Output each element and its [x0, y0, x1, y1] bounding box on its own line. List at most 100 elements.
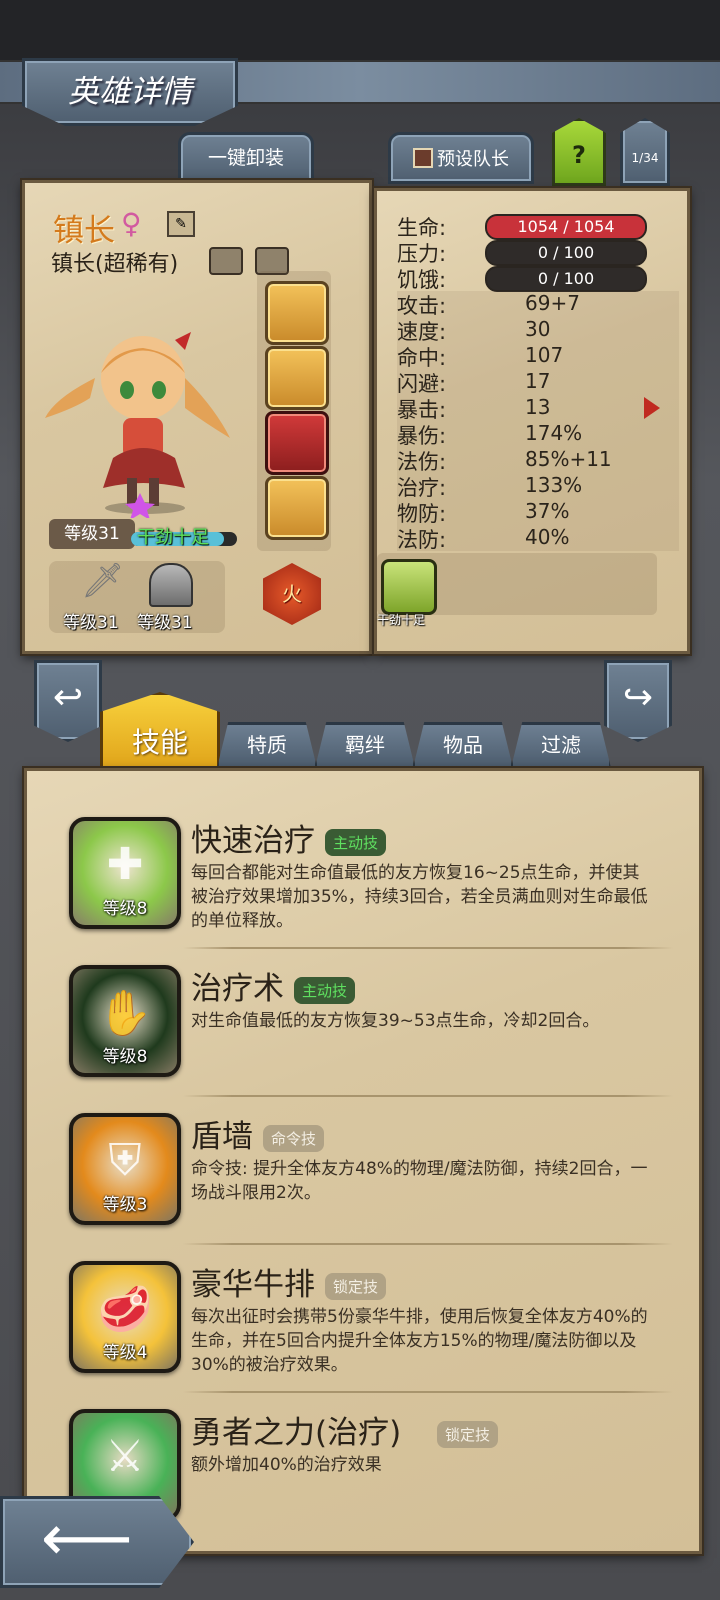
stat-value: 17 — [525, 369, 551, 393]
skill-description: 额外增加40%的治疗效果 — [191, 1455, 382, 1475]
skill-level: 等级8 — [102, 1047, 148, 1067]
stat-row: 速度: 30 — [397, 317, 679, 344]
page-title: 英雄详情 — [68, 74, 192, 110]
helmet-icon[interactable] — [149, 563, 193, 607]
page-counter-badge: 1/34 — [620, 118, 670, 186]
stats-list: 生命: 1054 / 1054 压力: 0 / 100 饥饿: 0 / 100 攻击: 69+… — [397, 213, 679, 552]
skill-name: 勇者之力(治疗) — [191, 1415, 402, 1451]
stat-row: 暴伤: 174% — [397, 421, 679, 448]
skill-divider — [183, 947, 673, 949]
previous-hero-button[interactable]: ↩ — [34, 660, 102, 742]
skills-list[interactable]: ✚ 等级8 快速治疗 主动技 每回合都能对生命值最低的友方恢复16~25点生命，并使其被… — [63, 817, 673, 1551]
skill-type-tag: 锁定技 — [325, 1273, 387, 1300]
stat-label: 法防: — [397, 528, 447, 552]
skill-glyph: ⛨ — [108, 1135, 142, 1186]
skill-item[interactable]: ⛨ 等级3 盾墙 命令技 命令技: 提升全体友方48%的物理/魔法防御，持续2回合，一场… — [63, 1113, 673, 1261]
stat-value: 13 — [525, 395, 551, 419]
stat-row: 法防: 40% — [397, 525, 679, 552]
stat-row: 法伤: 85%+11 — [397, 447, 679, 474]
energetic-trait-icon[interactable] — [381, 559, 437, 615]
skill-description: 每回合都能对生命值最低的友方恢复16~25点生命，并使其被治疗效果增加35%，持… — [191, 863, 648, 931]
skill-item[interactable]: 🥩 等级4 豪华牛排 锁定技 每次出征时会携带5份豪华牛排，使用后恢复全体友方40%的生… — [63, 1261, 673, 1409]
stat-value: 174% — [525, 421, 583, 445]
accessory-slot-green-ring[interactable] — [265, 346, 329, 410]
help-icon: ? — [572, 141, 586, 169]
hero-name: 镇长 — [53, 213, 115, 249]
skill-item[interactable]: ✚ 等级8 快速治疗 主动技每回合都能对生命值最低的友方恢复16~25点生命，并使其被… — [63, 817, 673, 965]
skill-name: 盾墙 — [191, 1119, 253, 1155]
stat-bar: 0 / 100 — [485, 266, 647, 292]
stat-value: 107 — [525, 343, 564, 367]
tab-traits[interactable]: 特质 — [216, 722, 318, 772]
skill-glyph: ✋ — [97, 988, 153, 1039]
skills-panel: ✚ 等级8 快速治疗 主动技 每回合都能对生命值最低的友方恢复16~25点生命，并使其被… — [24, 768, 702, 1554]
tab-bonds-label: 羁绊 — [345, 733, 385, 757]
status-bar-area — [0, 0, 720, 60]
stat-row: 饥饿: 0 / 100 — [397, 265, 679, 292]
cross-heal-icon[interactable]: ✚ 等级8 — [69, 817, 181, 929]
stat-value: 0 / 100 — [537, 269, 595, 288]
hero-portrait — [45, 332, 230, 518]
skill-glyph: ✚ — [106, 839, 144, 890]
stat-row: 治疗: 133% — [397, 473, 679, 500]
class-info-icon[interactable] — [209, 247, 243, 275]
stat-row: 压力: 0 / 100 — [397, 239, 679, 266]
rename-edit-icon[interactable]: ✎ — [167, 211, 195, 237]
forward-arrow-icon: ↪ — [622, 677, 654, 718]
skill-type-tag: 主动技 — [294, 977, 356, 1004]
skill-level: 等级8 — [102, 899, 148, 919]
stats-card: 生命: 1054 / 1054 压力: 0 / 100 饥饿: 0 / 100 攻击: 69+… — [374, 188, 690, 654]
stat-value: 1054 / 1054 — [517, 217, 615, 236]
skill-name: 快速治疗 — [191, 823, 315, 859]
skill-level: 等级4 — [102, 1343, 148, 1363]
preset-leader-checkbox[interactable] — [413, 148, 433, 168]
back-button[interactable]: ⟵ — [0, 1496, 194, 1588]
stat-row: 暴击: 13 — [397, 395, 679, 422]
title-plate: 英雄详情 — [22, 58, 238, 126]
stats-more-arrow-icon[interactable] — [644, 397, 660, 419]
stat-row: 攻击: 69+7 — [397, 291, 679, 318]
tab-bonds[interactable]: 羁绊 — [314, 722, 416, 772]
stat-bar: 0 / 100 — [485, 240, 647, 266]
skill-item[interactable]: ✋ 等级8 治疗术 主动技 对生命值最低的友方恢复39~53点生命，冷却2回合。 — [63, 965, 673, 1113]
back-arrow-icon: ↩ — [52, 677, 84, 718]
skill-type-tag: 主动技 — [325, 829, 387, 856]
stat-value: 85%+11 — [525, 447, 612, 471]
skill-type-tag: 命令技 — [263, 1125, 325, 1152]
preset-leader-label: 预设队长 — [437, 149, 509, 170]
help-button[interactable]: ? — [552, 118, 606, 186]
helmet-slot-winged[interactable] — [265, 411, 329, 475]
unequip-all-button[interactable]: 一键卸装 — [178, 132, 314, 184]
tab-filter[interactable]: 过滤 — [510, 722, 612, 772]
armor-level: 等级31 — [137, 613, 193, 633]
skill-level: 等级3 — [102, 1195, 148, 1215]
skill-divider — [183, 1391, 673, 1393]
skill-description: 每次出征时会携带5份豪华牛排，使用后恢复全体友方40%的生命，并在5回合内提升全… — [191, 1307, 648, 1375]
skill-type-tag: 锁定技 — [437, 1421, 499, 1448]
stat-value: 37% — [525, 499, 570, 523]
preset-leader-toggle[interactable]: 预设队长 — [388, 132, 534, 184]
unequip-all-label: 一键卸装 — [207, 147, 284, 169]
stat-row: 生命: 1054 / 1054 — [397, 213, 679, 240]
female-gender-icon: ♀ — [121, 207, 142, 240]
stat-value: 0 / 100 — [537, 243, 595, 262]
next-hero-button[interactable]: ↪ — [604, 660, 672, 742]
tab-skills-label: 技能 — [131, 726, 188, 759]
tab-skills[interactable]: 技能 — [100, 692, 220, 772]
fire-element-badge[interactable]: 火 — [263, 563, 321, 625]
stat-row: 物防: 37% — [397, 499, 679, 526]
sword-icon[interactable]: 🗡 — [81, 561, 124, 601]
shield-icon[interactable]: ⛨ 等级3 — [69, 1113, 181, 1225]
skill-divider — [183, 1243, 673, 1245]
accessory-slot-dragon-ring[interactable] — [265, 281, 329, 345]
element-label: 火 — [282, 582, 302, 606]
stat-value: 69+7 — [525, 291, 580, 315]
green-hand-icon[interactable]: ✋ 等级8 — [69, 965, 181, 1077]
skill-glyph: 🥩 — [97, 1284, 153, 1335]
tab-items[interactable]: 物品 — [412, 722, 514, 772]
left-arrow-icon: ⟵ — [41, 1502, 133, 1576]
tab-filter-label: 过滤 — [541, 733, 581, 757]
cloak-slot[interactable] — [265, 476, 329, 540]
steak-icon[interactable]: 🥩 等级4 — [69, 1261, 181, 1373]
morale-status: 干劲十足 — [137, 527, 209, 548]
